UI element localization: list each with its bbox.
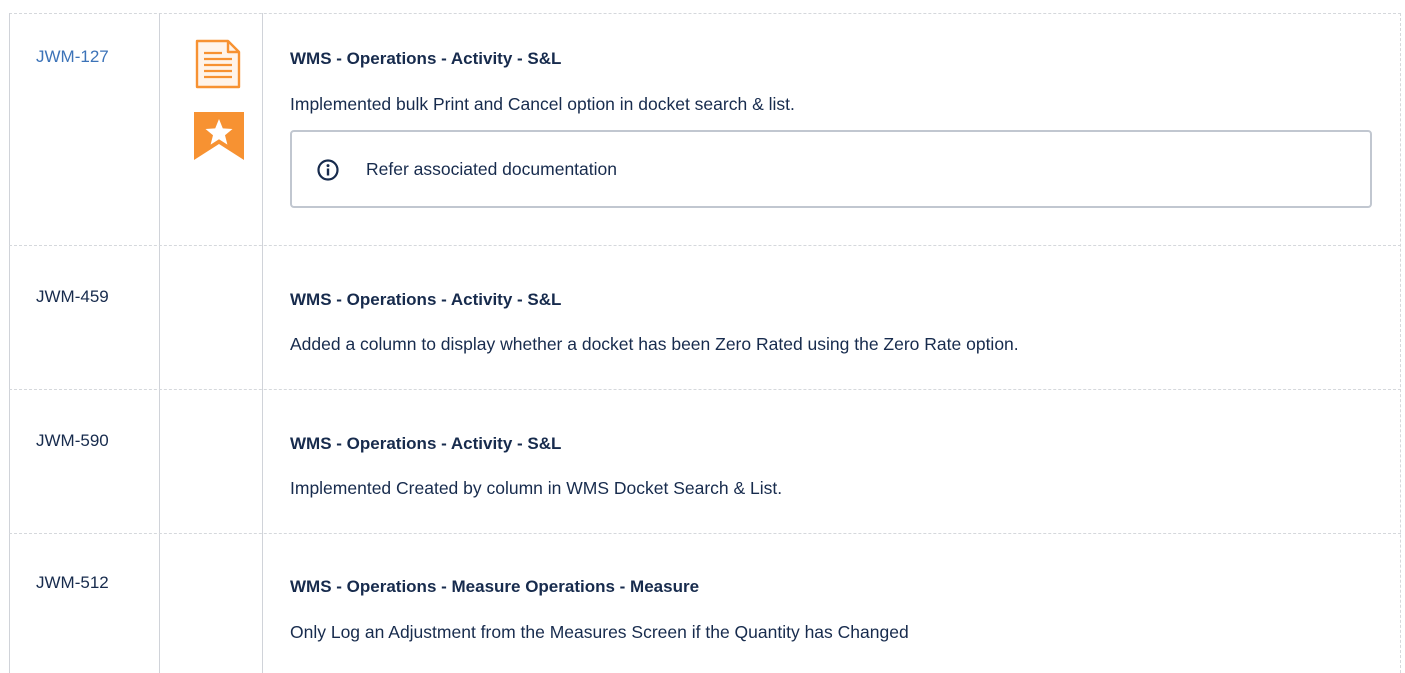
issue-description: Added a column to display whether a dock… [290, 334, 1019, 354]
release-notes-table: JWM-127 WMS - Operations - Activity - S&… [0, 0, 1405, 673]
table-row: JWM-127 WMS - Operations - Activity - S&… [9, 13, 1401, 246]
table-row: JWM-590 WMS - Operations - Activity - S&… [9, 390, 1401, 534]
issue-summary: WMS - Operations - Measure Operations - … [290, 577, 700, 596]
issue-key: JWM-512 [36, 573, 109, 592]
info-panel-text: Refer associated documentation [366, 159, 617, 179]
table-row: JWM-459 WMS - Operations - Activity - S&… [9, 246, 1401, 390]
info-panel: Refer associated documentation [290, 130, 1372, 208]
issue-key: JWM-590 [36, 431, 109, 450]
star-icon [194, 112, 244, 160]
issue-summary: WMS - Operations - Activity - S&L [290, 49, 562, 68]
issue-summary: WMS - Operations - Activity - S&L [290, 434, 562, 453]
issue-key-link[interactable]: JWM-127 [36, 46, 109, 68]
issue-description: Implemented Created by column in WMS Doc… [290, 478, 783, 498]
table-row: JWM-512 WMS - Operations - Measure Opera… [9, 534, 1401, 673]
issue-description: Only Log an Adjustment from the Measures… [290, 622, 909, 642]
issue-summary: WMS - Operations - Activity - S&L [290, 290, 562, 309]
document-icon [195, 39, 241, 89]
issue-description: Implemented bulk Print and Cancel option… [290, 94, 795, 114]
issue-key: JWM-459 [36, 287, 109, 306]
info-icon [317, 159, 339, 181]
